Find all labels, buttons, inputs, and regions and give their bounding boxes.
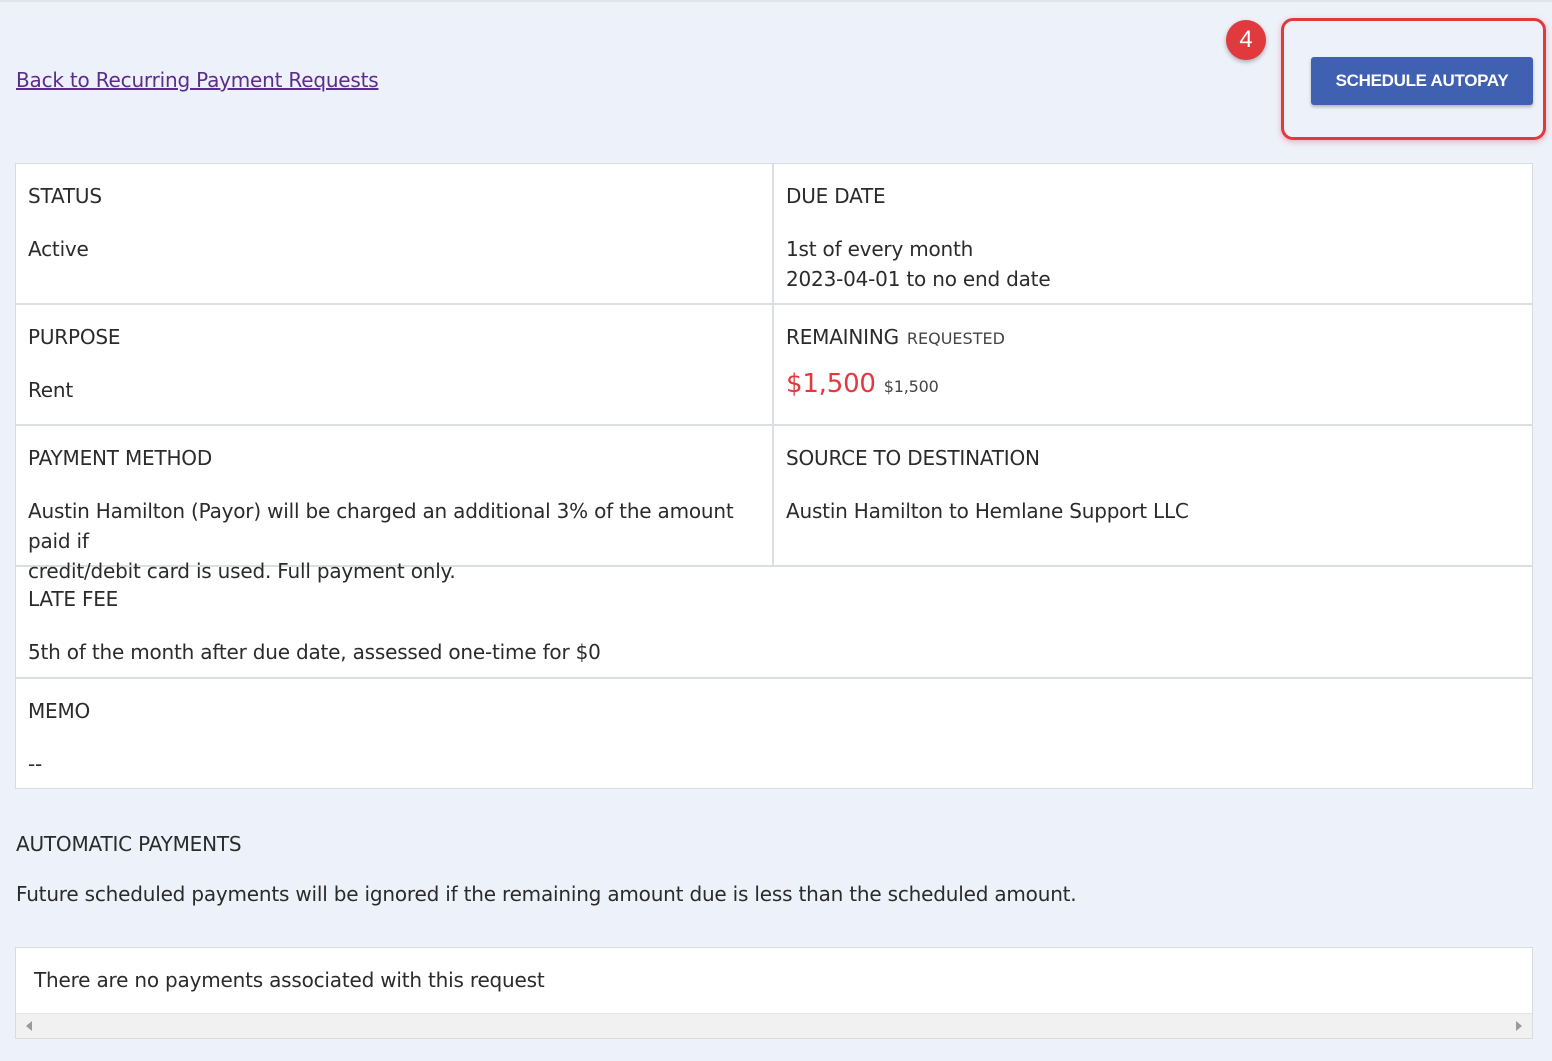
scroll-right-icon[interactable] <box>1516 1021 1522 1031</box>
requested-amount: $1,500 <box>883 377 939 396</box>
remaining-value-row: $1,500 $1,500 <box>786 369 1520 402</box>
remaining-label-row: REMAINING REQUESTED <box>786 325 1520 351</box>
payment-method-line-1: Austin Hamilton (Payor) will be charged … <box>28 499 734 553</box>
source-destination-label: SOURCE TO DESTINATION <box>786 446 1040 470</box>
automatic-payments-table: There are no payments associated with th… <box>15 947 1533 1039</box>
due-date-range: 2023-04-01 to no end date <box>786 267 1051 291</box>
request-details-grid: STATUS Active DUE DATE 1st of every mont… <box>15 163 1533 789</box>
automatic-payments-description: Future scheduled payments will be ignore… <box>16 882 1077 906</box>
due-date-value: 1st of every month 2023-04-01 to no end … <box>786 234 1520 294</box>
no-payments-message: There are no payments associated with th… <box>34 968 545 992</box>
back-to-recurring-payment-requests-link[interactable]: Back to Recurring Payment Requests <box>16 68 379 92</box>
due-date-label: DUE DATE <box>786 184 886 208</box>
details-row-late-fee: LATE FEE 5th of the month after due date… <box>16 567 1532 679</box>
scroll-left-icon[interactable] <box>26 1021 32 1031</box>
details-row-method-source: PAYMENT METHOD Austin Hamilton (Payor) w… <box>16 426 1532 583</box>
remaining-label: REMAINING <box>786 325 899 349</box>
step-number-badge: 4 <box>1226 20 1266 60</box>
automatic-payments-title: AUTOMATIC PAYMENTS <box>16 832 242 856</box>
status-cell: STATUS Active <box>16 164 774 303</box>
purpose-value: Rent <box>28 378 74 402</box>
status-label: STATUS <box>28 184 102 208</box>
purpose-cell: PURPOSE Rent <box>16 305 774 424</box>
details-row-purpose-remaining: PURPOSE Rent REMAINING REQUESTED $1,500 $1… <box>16 305 1532 426</box>
memo-label: MEMO <box>28 699 91 723</box>
purpose-label: PURPOSE <box>28 325 121 349</box>
details-row-memo: MEMO -- <box>16 679 1532 788</box>
remaining-amount: $1,500 <box>786 369 876 399</box>
status-value: Active <box>28 237 89 261</box>
late-fee-label: LATE FEE <box>28 587 119 611</box>
payment-method-label: PAYMENT METHOD <box>28 446 213 470</box>
source-destination-cell: SOURCE TO DESTINATION Austin Hamilton to… <box>774 426 1532 565</box>
source-destination-value: Austin Hamilton to Hemlane Support LLC <box>786 499 1189 523</box>
late-fee-cell: LATE FEE 5th of the month after due date… <box>16 567 1532 677</box>
schedule-autopay-button[interactable]: SCHEDULE AUTOPAY <box>1311 57 1533 105</box>
due-date-cell: DUE DATE 1st of every month 2023-04-01 t… <box>774 164 1532 303</box>
remaining-cell: REMAINING REQUESTED $1,500 $1,500 <box>774 305 1532 424</box>
payment-method-cell: PAYMENT METHOD Austin Hamilton (Payor) w… <box>16 426 774 583</box>
details-row-status-due: STATUS Active DUE DATE 1st of every mont… <box>16 164 1532 305</box>
memo-cell: MEMO -- <box>16 679 1532 788</box>
late-fee-value: 5th of the month after due date, assesse… <box>28 640 601 664</box>
horizontal-scrollbar[interactable] <box>16 1013 1532 1038</box>
due-date-schedule: 1st of every month <box>786 237 974 261</box>
top-divider <box>0 0 1552 2</box>
memo-value: -- <box>28 752 43 776</box>
requested-label: REQUESTED <box>906 329 1005 348</box>
